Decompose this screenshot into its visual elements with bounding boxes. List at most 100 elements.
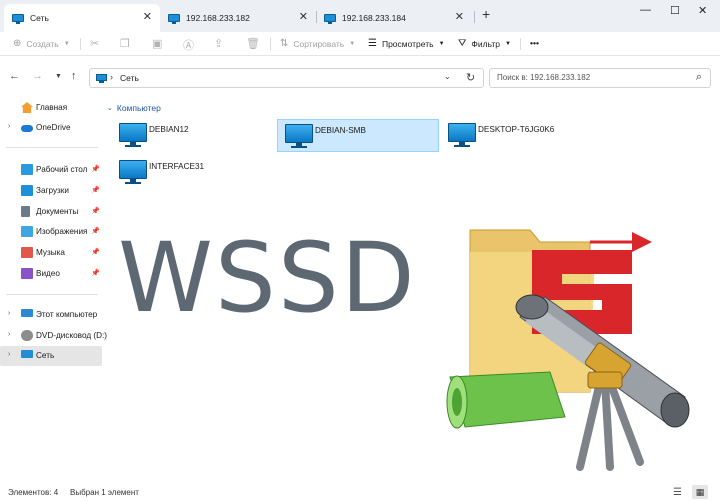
- pin-icon[interactable]: 📌: [91, 186, 100, 194]
- sidebar-item-home[interactable]: Главная: [0, 98, 102, 118]
- breadcrumb[interactable]: Сеть: [120, 73, 139, 83]
- forward-arrow-icon[interactable]: →: [32, 70, 43, 82]
- status-bar: Элементов: 4 Выбран 1 элемент ☰ ▦: [0, 484, 720, 501]
- search-icon: ⌕: [695, 71, 702, 83]
- chevron-right-icon[interactable]: ›: [8, 351, 10, 358]
- dvd-icon: [21, 330, 33, 341]
- close-icon[interactable]: ✕: [455, 12, 464, 23]
- sidebar-item-dvd-drive[interactable]: › DVD-дисковод (D:): [0, 326, 107, 346]
- computer-tile[interactable]: INTERFACE31: [112, 156, 274, 189]
- new-tab-button[interactable]: +: [482, 6, 490, 22]
- tab-label: 192.168.233.182: [186, 13, 250, 23]
- sort-button[interactable]: ⇅ Сортировать ▼: [280, 38, 355, 49]
- sidebar-divider: [6, 147, 98, 148]
- monitor-icon: [119, 160, 147, 186]
- computer-name: DEBIAN12: [149, 125, 189, 134]
- sidebar-item-videos[interactable]: Видео 📌: [0, 264, 102, 284]
- copy-icon[interactable]: ❐: [120, 37, 130, 50]
- group-header-computer[interactable]: ⌄ Компьютер: [107, 103, 161, 113]
- pin-icon[interactable]: 📌: [91, 165, 100, 173]
- more-options-button[interactable]: •••: [530, 38, 539, 48]
- chevron-right-icon[interactable]: ›: [8, 123, 10, 130]
- paste-icon[interactable]: ▣: [152, 37, 162, 50]
- refresh-icon[interactable]: ↻: [466, 71, 475, 84]
- command-bar: ⊕ Создать ▼ ✂ ❐ ▣ Ⓐ ⇪ 🗑 ⇅ Сортировать ▼ …: [0, 32, 720, 56]
- document-icon: [21, 206, 30, 217]
- chevron-down-icon: ▼: [63, 40, 70, 47]
- share-icon[interactable]: ⇪: [214, 37, 223, 50]
- sidebar-item-network[interactable]: › Сеть: [0, 346, 102, 366]
- picture-icon: [21, 226, 33, 237]
- pin-icon[interactable]: 📌: [91, 248, 100, 256]
- minimize-icon[interactable]: —: [640, 4, 651, 16]
- toolbar-divider: [80, 38, 81, 50]
- tiles-view-icon[interactable]: ▦: [692, 485, 708, 499]
- filter-icon: ⛛: [458, 38, 467, 49]
- toolbar-divider: [520, 38, 521, 50]
- chevron-down-icon: ▼: [349, 40, 356, 47]
- sidebar-item-label: Сеть: [36, 351, 55, 360]
- more-label: •••: [530, 38, 539, 48]
- close-icon[interactable]: ✕: [143, 12, 152, 23]
- computer-tile[interactable]: DESKTOP-T6JG0K6: [441, 119, 603, 152]
- delete-icon[interactable]: 🗑: [246, 37, 260, 50]
- sidebar-item-desktop[interactable]: Рабочий стол 📌: [0, 160, 102, 180]
- maximize-icon[interactable]: ☐: [670, 4, 680, 17]
- sort-label: Сортировать: [293, 38, 345, 49]
- sidebar-item-this-pc[interactable]: › Этот компьютер: [0, 305, 102, 325]
- network-icon: [168, 13, 180, 24]
- tab-label: 192.168.233.184: [342, 13, 406, 23]
- computer-icon: [21, 309, 33, 317]
- pin-icon[interactable]: 📌: [91, 269, 100, 277]
- cut-icon[interactable]: ✂: [90, 37, 99, 50]
- details-view-icon[interactable]: ☰: [673, 487, 682, 498]
- monitor-icon: [119, 123, 147, 149]
- close-icon[interactable]: ✕: [299, 12, 308, 23]
- cloud-icon: [21, 125, 33, 132]
- breadcrumb-separator-icon: ›: [110, 72, 113, 82]
- sidebar-item-documents[interactable]: Документы 📌: [0, 202, 102, 222]
- group-title: Компьютер: [116, 103, 161, 113]
- pin-icon[interactable]: 📌: [91, 227, 100, 235]
- view-button[interactable]: ☰ Просмотреть ▼: [368, 38, 445, 49]
- download-icon: [21, 185, 33, 196]
- chevron-right-icon[interactable]: ›: [8, 331, 10, 338]
- back-arrow-icon[interactable]: ←: [9, 70, 20, 82]
- search-input[interactable]: Поиск в: 192.168.233.182 ⌕: [489, 68, 711, 88]
- computer-name: DESKTOP-T6JG0K6: [478, 125, 555, 134]
- sidebar-item-label: Главная: [36, 103, 68, 112]
- sidebar: Главная › OneDrive Рабочий стол 📌 Загруз…: [0, 92, 107, 482]
- rename-icon[interactable]: Ⓐ: [183, 37, 194, 53]
- tab-network[interactable]: Сеть ✕: [4, 4, 160, 32]
- chevron-down-icon: ▼: [504, 40, 511, 47]
- tab-host-184[interactable]: 192.168.233.184 ✕: [316, 4, 472, 32]
- network-icon: [96, 74, 107, 83]
- selection-count: Выбран 1 элемент: [70, 488, 139, 497]
- computer-tile-selected[interactable]: DEBIAN-SMB: [277, 119, 439, 152]
- chevron-down-icon[interactable]: ⌄: [444, 72, 451, 81]
- address-bar[interactable]: › Сеть ⌄ ↻: [89, 68, 484, 88]
- sidebar-item-label: Документы: [36, 207, 79, 216]
- computer-tile[interactable]: DEBIAN12: [112, 119, 274, 152]
- item-count: Элементов: 4: [8, 488, 59, 497]
- sidebar-item-label: OneDrive: [36, 123, 71, 132]
- chevron-right-icon[interactable]: ›: [8, 310, 10, 317]
- pin-icon[interactable]: 📌: [91, 207, 100, 215]
- sidebar-item-music[interactable]: Музыка 📌: [0, 243, 102, 263]
- network-icon: [21, 350, 33, 358]
- sidebar-item-downloads[interactable]: Загрузки 📌: [0, 181, 102, 201]
- recent-chevron-icon[interactable]: ▼: [55, 73, 62, 80]
- tab-bar: Сеть ✕ 192.168.233.182 ✕ 192.168.233.184…: [0, 0, 720, 32]
- plus-circle-icon: ⊕: [13, 38, 22, 49]
- sidebar-item-pictures[interactable]: Изображения 📌: [0, 222, 102, 242]
- telescope-s-logo-icon: [446, 229, 690, 471]
- sidebar-divider: [6, 294, 98, 295]
- sidebar-item-label: Загрузки: [36, 186, 69, 195]
- sort-icon: ⇅: [280, 38, 289, 49]
- up-arrow-icon[interactable]: ↑: [71, 70, 77, 82]
- close-window-icon[interactable]: ✕: [698, 4, 707, 17]
- tab-host-182[interactable]: 192.168.233.182 ✕: [160, 4, 316, 32]
- filter-button[interactable]: ⛛ Фильтр ▼: [458, 38, 511, 49]
- sidebar-item-onedrive[interactable]: › OneDrive: [0, 118, 102, 138]
- create-button[interactable]: ⊕ Создать ▼: [13, 38, 70, 49]
